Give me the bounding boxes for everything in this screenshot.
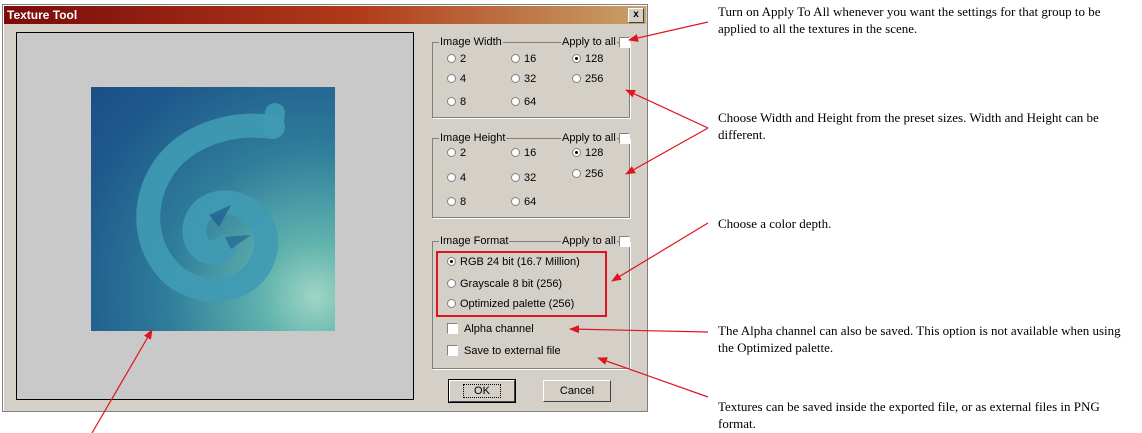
arrow-apply-to-all xyxy=(628,21,709,42)
arrow-alpha xyxy=(569,325,709,334)
arrow-width xyxy=(625,89,709,129)
arrow-preview xyxy=(91,329,153,433)
arrow-external xyxy=(597,357,709,398)
arrow-height xyxy=(625,127,709,175)
arrow-color-depth xyxy=(611,222,709,282)
callout-arrows xyxy=(91,21,709,433)
